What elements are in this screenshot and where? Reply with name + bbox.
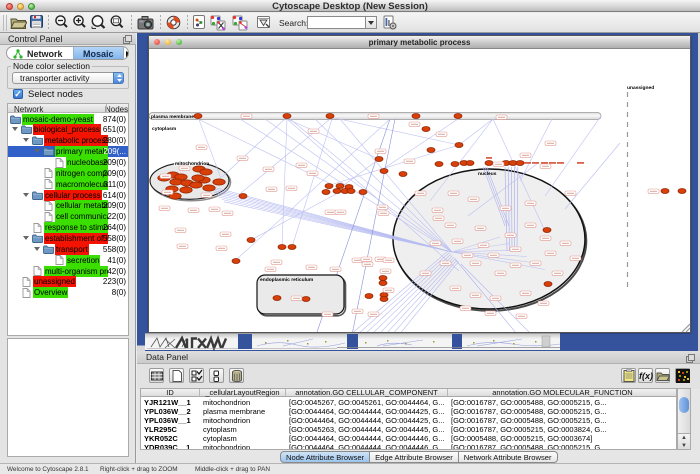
svg-text:nucleus: nucleus (478, 171, 497, 177)
svg-text:plasma membrane: plasma membrane (151, 114, 194, 120)
svg-text:cytoplasm: cytoplasm (152, 126, 177, 132)
svg-text:mitochondrion: mitochondrion (175, 161, 209, 167)
svg-text:endoplasmic reticulum: endoplasmic reticulum (260, 277, 314, 283)
svg-text:unassigned: unassigned (627, 85, 654, 91)
